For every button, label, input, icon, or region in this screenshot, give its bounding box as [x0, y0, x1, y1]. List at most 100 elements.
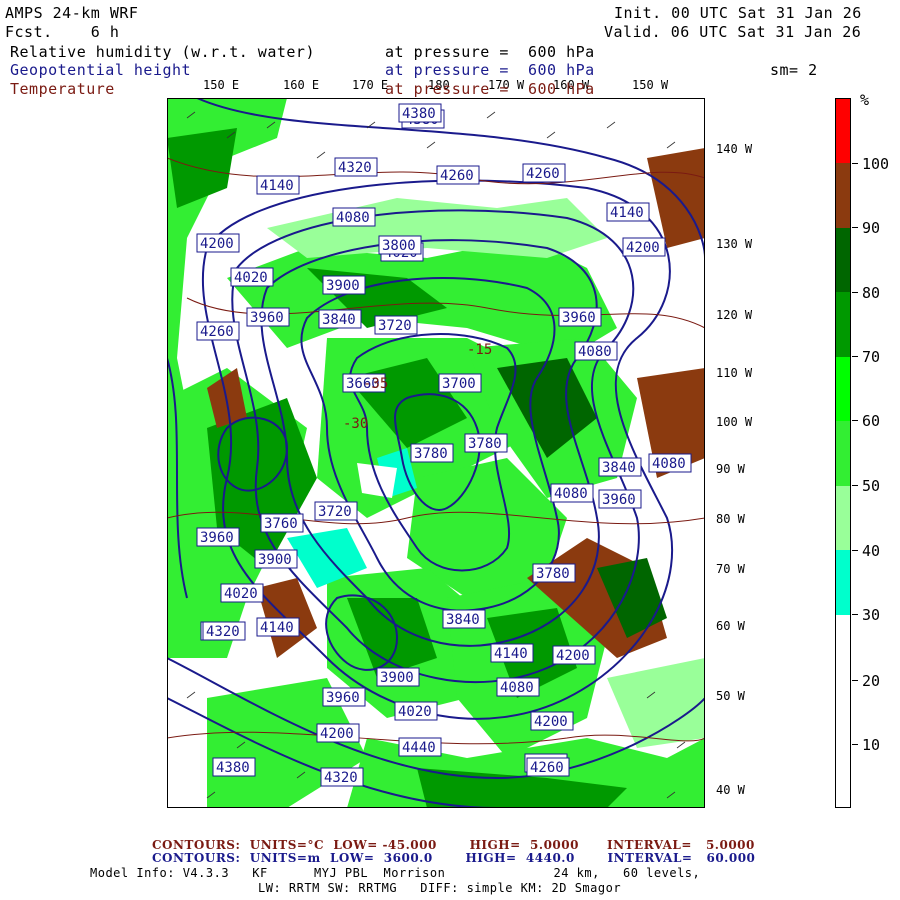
field1-name: Relative humidity (w.r.t. water)	[10, 43, 315, 61]
height-label-text: 3780	[536, 566, 570, 582]
lat-label: 120 W	[716, 308, 753, 322]
lon-label: 160 E	[283, 78, 320, 92]
height-label: 3840	[598, 457, 642, 477]
height-label-text: 3840	[602, 460, 636, 476]
height-label-text: 4020	[398, 704, 432, 720]
height-label-text: 4140	[610, 205, 644, 221]
lat-label: 60 W	[716, 619, 745, 633]
colorbar-bin	[836, 99, 850, 163]
lat-label: 130 W	[716, 237, 753, 251]
height-label: 4080	[332, 207, 376, 227]
height-label-text: 4260	[440, 168, 474, 184]
height-label: 3840	[442, 609, 486, 629]
height-label-text: 3900	[326, 278, 360, 294]
height-label: 4080	[496, 677, 540, 697]
colorbar-tick	[852, 744, 858, 745]
height-label-text: 4080	[336, 210, 370, 226]
colorbar-label: 30	[862, 606, 881, 624]
height-label-text: 4140	[260, 620, 294, 636]
temperature-contour-info: CONTOURS: UNITS=°C LOW= -45.000 HIGH= 5.…	[152, 838, 755, 852]
height-label-text: 4080	[500, 680, 534, 696]
height-label: 3780	[464, 433, 508, 453]
height-label-text: 4380	[216, 760, 250, 776]
weather-map-svg: 4380 4320 4260 4260 4200 4200 4140 4080 …	[167, 98, 705, 808]
height-label: 4140	[606, 202, 650, 222]
lat-label: 90 W	[716, 462, 745, 476]
lat-label: 140 W	[716, 142, 753, 156]
height-label-text: 3960	[326, 690, 360, 706]
height-label: 4140	[490, 643, 534, 663]
model-info-line2: LW: RRTM SW: RRTMG DIFF: simple KM: 2D S…	[258, 881, 622, 895]
colorbar-tick	[852, 163, 858, 164]
colorbar-unit: %	[860, 91, 870, 109]
field2-name: Geopotential height	[10, 61, 192, 79]
height-label-text: 3840	[322, 312, 356, 328]
height-contour-info: CONTOURS: UNITS=m LOW= 3600.0 HIGH= 4440…	[152, 851, 756, 865]
height-label-text: 4020	[224, 586, 258, 602]
height-label-text: 3960	[562, 310, 596, 326]
valid-time: Valid. 06 UTC Sat 31 Jan 26	[604, 23, 862, 41]
height-label: 4320	[334, 157, 378, 177]
colorbar-bin	[836, 163, 850, 228]
colorbar-label: 50	[862, 477, 881, 495]
height-label: 3960	[246, 307, 290, 327]
colorbar-label: 20	[862, 672, 881, 690]
height-label: 4020	[220, 583, 264, 603]
height-label: 3900	[254, 549, 298, 569]
height-label-text: 3780	[468, 436, 502, 452]
height-label-text: 4260	[526, 166, 560, 182]
field2-level: at pressure = 600 hPa	[385, 61, 595, 79]
height-label-text: 4080	[554, 486, 588, 502]
lon-label: 150 W	[632, 78, 669, 92]
colorbar-bin	[836, 550, 850, 615]
colorbar-label: 40	[862, 542, 881, 560]
height-label-text: 3760	[264, 516, 298, 532]
height-label-text: 3780	[414, 446, 448, 462]
height-label: 4200	[316, 723, 360, 743]
height-label-text: 4260	[530, 760, 564, 776]
colorbar-label: 90	[862, 219, 881, 237]
height-label: 4080	[574, 341, 618, 361]
colorbar-label: 100	[862, 155, 890, 173]
temperature-label: -15	[467, 342, 492, 358]
height-label: 4380	[212, 757, 256, 777]
height-label-text: 4020	[234, 270, 268, 286]
height-label: 3720	[374, 315, 418, 335]
height-label: 3700	[438, 373, 482, 393]
height-label: 4020	[230, 267, 274, 287]
colorbar-bin	[836, 615, 850, 807]
lat-label: 70 W	[716, 562, 745, 576]
colorbar-label: 70	[862, 348, 881, 366]
lat-label: 100 W	[716, 415, 753, 429]
height-label: 3720	[314, 501, 358, 521]
height-label: 3780	[532, 563, 576, 583]
height-label-text: 3960	[602, 492, 636, 508]
lon-label: 150 E	[203, 78, 240, 92]
height-label-text: 4320	[338, 160, 372, 176]
height-label: 3900	[376, 667, 420, 687]
height-label: 3900	[322, 275, 366, 295]
height-label: 4140	[256, 617, 300, 637]
height-label: 3760	[260, 513, 304, 533]
height-label: 4200	[552, 645, 596, 665]
colorbar-bin	[836, 486, 850, 550]
height-label-text: 4140	[494, 646, 528, 662]
height-label: 3960	[196, 527, 240, 547]
height-label: 4260	[196, 321, 240, 341]
height-label-text: 3800	[382, 238, 416, 254]
lat-label: 40 W	[716, 783, 745, 797]
height-label: 4380	[398, 103, 442, 123]
temperature-label: -30	[343, 416, 368, 432]
colorbar-bin	[836, 421, 850, 486]
colorbar-tick	[852, 680, 858, 681]
height-label: 4200	[622, 237, 666, 257]
height-label-text: 4080	[652, 456, 686, 472]
height-label-text: 3720	[318, 504, 352, 520]
colorbar-tick	[852, 550, 858, 551]
height-label: 3960	[322, 687, 366, 707]
height-label-text: 3900	[258, 552, 292, 568]
colorbar-tick	[852, 292, 858, 293]
height-label: 4200	[196, 233, 240, 253]
height-label-text: 4200	[320, 726, 354, 742]
colorbar-bin	[836, 228, 850, 292]
